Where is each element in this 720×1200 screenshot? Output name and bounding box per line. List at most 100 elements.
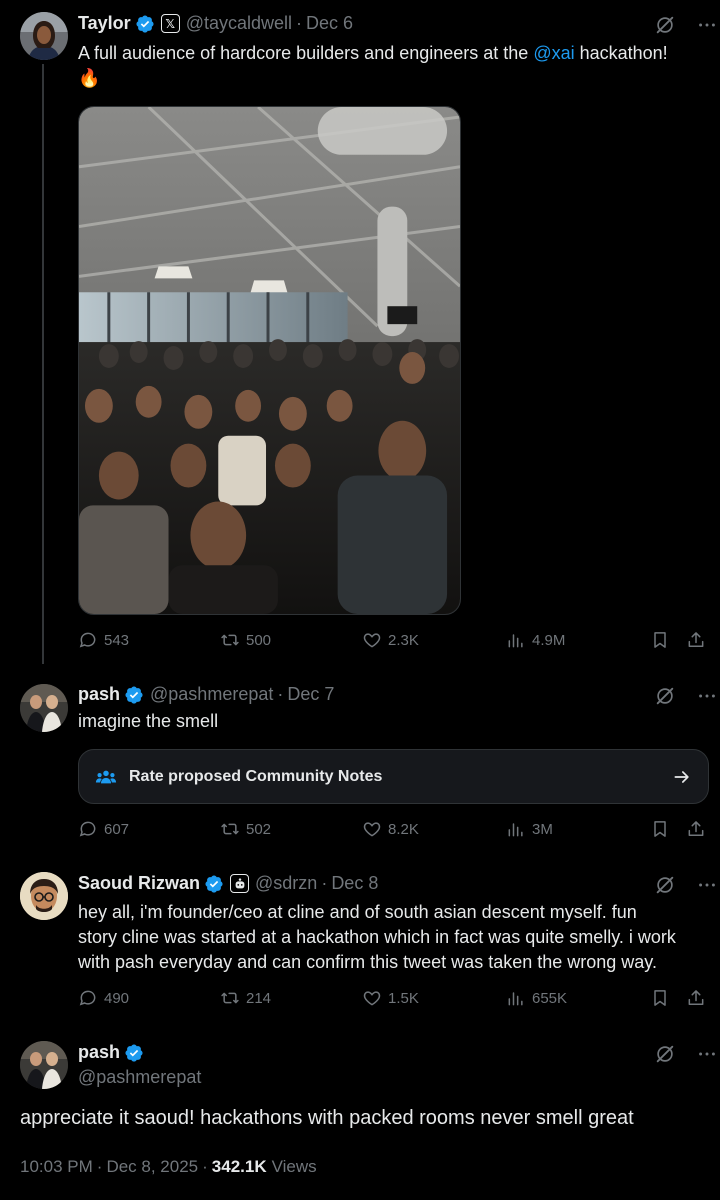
like-button[interactable]: 2.3K — [362, 630, 419, 650]
post2-header: pash @pashmerepat · Dec 7 — [78, 684, 334, 705]
reply-count: 490 — [104, 989, 130, 1007]
x-affiliation-icon[interactable]: 𝕏 — [160, 14, 180, 33]
dot-separator: · — [321, 873, 328, 893]
post-date[interactable]: Dec 6 — [306, 13, 353, 34]
repost-button[interactable]: 500 — [220, 630, 271, 650]
like-icon — [362, 988, 382, 1008]
post2-corner-actions — [654, 685, 718, 707]
post3-action-bar: 490 214 1.5K 655K — [78, 988, 708, 1014]
repost-button[interactable]: 214 — [220, 988, 271, 1008]
repost-count: 502 — [246, 820, 272, 838]
repost-icon — [220, 630, 240, 650]
like-icon — [362, 819, 382, 839]
views-icon — [506, 819, 526, 839]
verified-badge-icon — [124, 685, 144, 705]
views-icon — [506, 988, 526, 1008]
like-button[interactable]: 1.5K — [362, 988, 419, 1008]
verified-badge-icon — [124, 1043, 144, 1063]
author-name[interactable]: pash — [78, 684, 120, 705]
views-count: 4.9M — [532, 631, 566, 649]
avatar-taylor[interactable] — [20, 12, 68, 60]
grok-icon[interactable] — [654, 14, 676, 36]
post-text-line: story cline was started at a hackathon w… — [78, 927, 676, 947]
dot-separator: · — [96, 1157, 103, 1176]
share-button[interactable] — [686, 988, 706, 1008]
post4-handle-row: @pashmerepat — [78, 1067, 201, 1088]
share-button[interactable] — [686, 630, 706, 650]
like-count: 1.5K — [388, 989, 419, 1007]
reply-icon — [78, 819, 98, 839]
post1-header: Taylor 𝕏 @taycaldwell · Dec 6 — [78, 13, 353, 34]
post2-action-bar: 607 502 8.2K 3M — [78, 819, 708, 845]
like-button[interactable]: 8.2K — [362, 819, 419, 839]
more-options-icon[interactable] — [696, 874, 718, 896]
author-handle[interactable]: @taycaldwell — [186, 13, 292, 34]
community-notes-label: Rate proposed Community Notes — [129, 767, 383, 785]
post-date[interactable]: Dec 7 — [287, 684, 334, 705]
reply-button[interactable]: 490 — [78, 988, 129, 1008]
more-options-icon[interactable] — [696, 1043, 718, 1065]
author-name[interactable]: Taylor — [78, 13, 131, 34]
like-count: 2.3K — [388, 631, 419, 649]
repost-count: 214 — [246, 989, 272, 1007]
post1-text: A full audience of hardcore builders and… — [78, 41, 668, 91]
bookmark-icon — [650, 819, 670, 839]
views-button[interactable]: 655K — [506, 988, 567, 1008]
community-notes-button[interactable]: Rate proposed Community Notes — [78, 749, 709, 804]
avatar-saoud[interactable] — [20, 872, 68, 920]
bookmark-button[interactable] — [650, 630, 670, 650]
grok-icon[interactable] — [654, 685, 676, 707]
repost-button[interactable]: 502 — [220, 819, 271, 839]
avatar-pash[interactable] — [20, 684, 68, 732]
post-date[interactable]: Dec 8, 2025 — [106, 1157, 198, 1177]
share-button[interactable] — [686, 819, 706, 839]
share-icon — [686, 819, 706, 839]
dot-separator: · — [202, 1157, 208, 1176]
reply-button[interactable]: 607 — [78, 819, 129, 839]
views-count[interactable]: 342.1K — [212, 1157, 267, 1177]
post3-text: hey all, i'm founder/ceo at cline and of… — [78, 900, 676, 975]
views-label: Views — [271, 1157, 317, 1176]
reply-icon — [78, 630, 98, 650]
views-count: 3M — [532, 820, 553, 838]
post-photo[interactable] — [78, 106, 461, 615]
bookmark-button[interactable] — [650, 988, 670, 1008]
post-text-line: with pash everyday and can confirm this … — [78, 952, 657, 972]
more-options-icon[interactable] — [696, 685, 718, 707]
author-handle[interactable]: @pashmerepat — [150, 684, 273, 705]
author-name[interactable]: pash — [78, 1042, 120, 1063]
dot-separator: · — [277, 684, 284, 704]
arrow-right-icon — [672, 767, 692, 787]
views-button[interactable]: 4.9M — [506, 630, 565, 650]
post4-meta: 10:03 PM · Dec 8, 2025 · 342.1K Views — [20, 1157, 317, 1177]
bookmark-icon — [650, 630, 670, 650]
verified-badge-icon — [135, 14, 155, 34]
post4-text: appreciate it saoud! hackathons with pac… — [20, 1107, 634, 1129]
post-text: A full audience of hardcore builders and… — [78, 43, 534, 63]
author-name[interactable]: Saoud Rizwan — [78, 873, 200, 894]
author-handle[interactable]: @pashmerepat — [78, 1067, 201, 1088]
mention-link[interactable]: @xai — [533, 43, 574, 63]
community-people-icon — [95, 766, 117, 788]
author-handle[interactable]: @sdrzn — [255, 873, 317, 894]
repost-count: 500 — [246, 631, 272, 649]
like-count: 8.2K — [388, 820, 419, 838]
fire-emoji: 🔥 — [78, 68, 101, 88]
grok-icon[interactable] — [654, 1043, 676, 1065]
cline-affiliation-icon[interactable] — [230, 874, 250, 893]
grok-icon[interactable] — [654, 874, 676, 896]
reply-button[interactable]: 543 — [78, 630, 129, 650]
post1-corner-actions — [654, 14, 718, 36]
more-options-icon[interactable] — [696, 14, 718, 36]
avatar-pash[interactable] — [20, 1041, 68, 1089]
thread-connector-line — [42, 64, 44, 664]
views-button[interactable]: 3M — [506, 819, 553, 839]
post-date[interactable]: Dec 8 — [331, 873, 378, 894]
post2-text: imagine the smell — [78, 711, 219, 731]
verified-badge-icon — [204, 874, 224, 894]
bookmark-button[interactable] — [650, 819, 670, 839]
post3-corner-actions — [654, 874, 718, 896]
post-time[interactable]: 10:03 PM — [20, 1157, 93, 1177]
post4-header: pash — [78, 1042, 144, 1063]
views-count: 655K — [532, 989, 568, 1007]
